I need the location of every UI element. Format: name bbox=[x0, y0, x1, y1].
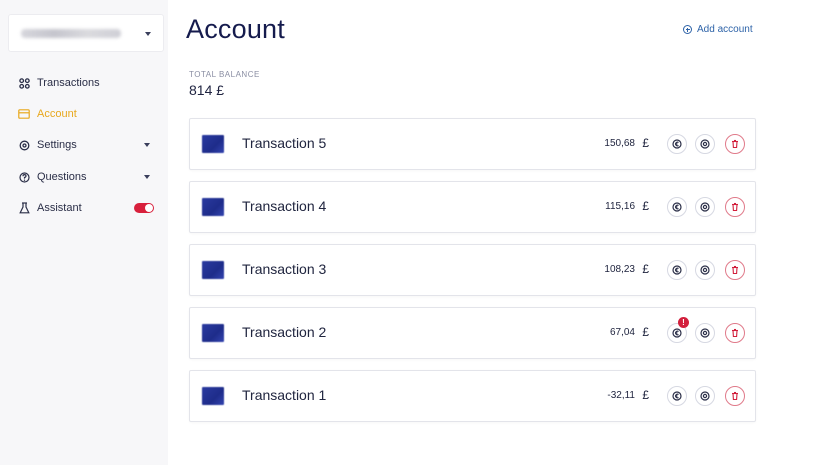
transaction-currency: £ bbox=[642, 136, 649, 150]
sidebar-item-assistant[interactable]: Assistant bbox=[18, 198, 158, 218]
at-icon bbox=[700, 139, 710, 149]
at-icon bbox=[700, 202, 710, 212]
euro-button[interactable] bbox=[667, 197, 687, 217]
delete-button[interactable] bbox=[725, 260, 745, 280]
transaction-thumbnail bbox=[202, 198, 224, 216]
flask-icon bbox=[18, 202, 30, 214]
delete-button[interactable] bbox=[725, 386, 745, 406]
euro-icon bbox=[672, 139, 682, 149]
transaction-name: Transaction 4 bbox=[242, 198, 327, 214]
transaction-card[interactable]: Transaction 4 115,16 £ bbox=[189, 181, 756, 233]
transaction-card[interactable]: Transaction 2 67,04 £ ! bbox=[189, 307, 756, 359]
transaction-amount: -32,11 bbox=[607, 390, 635, 401]
euro-icon bbox=[672, 202, 682, 212]
transaction-amount: 67,04 bbox=[609, 327, 635, 338]
chevron-down-icon bbox=[145, 32, 151, 36]
transaction-thumbnail bbox=[202, 387, 224, 405]
euro-icon bbox=[672, 328, 682, 338]
plus-circle-icon bbox=[683, 25, 692, 34]
transaction-amount: 115,16 bbox=[605, 201, 635, 212]
at-icon bbox=[700, 265, 710, 275]
euro-button[interactable] bbox=[667, 260, 687, 280]
transaction-thumbnail bbox=[202, 261, 224, 279]
transaction-amount: 150,68 bbox=[604, 138, 635, 149]
sidebar-item-transactions[interactable]: Transactions bbox=[18, 73, 158, 93]
transaction-currency: £ bbox=[642, 262, 649, 276]
delete-button[interactable] bbox=[725, 323, 745, 343]
page-title: Account bbox=[186, 14, 285, 44]
sidebar-item-label: Settings bbox=[37, 139, 77, 151]
transaction-card[interactable]: Transaction 5 150,68 £ bbox=[189, 118, 756, 170]
trash-icon bbox=[732, 391, 738, 401]
card-icon bbox=[18, 108, 30, 120]
sidebar-item-account[interactable]: Account bbox=[18, 104, 158, 124]
sidebar-item-label: Account bbox=[37, 108, 77, 120]
transaction-name: Transaction 5 bbox=[242, 135, 327, 151]
at-button[interactable] bbox=[695, 323, 715, 343]
add-account-label: Add account bbox=[697, 24, 753, 35]
question-icon bbox=[18, 171, 30, 183]
chevron-down-icon bbox=[144, 175, 150, 179]
transaction-name: Transaction 3 bbox=[242, 261, 327, 277]
euro-button[interactable] bbox=[667, 134, 687, 154]
at-button[interactable] bbox=[695, 134, 715, 154]
account-selector-value bbox=[21, 29, 121, 38]
at-button[interactable] bbox=[695, 260, 715, 280]
transaction-currency: £ bbox=[642, 199, 649, 213]
account-selector[interactable] bbox=[8, 14, 164, 52]
grid-icon bbox=[18, 77, 30, 89]
at-button[interactable] bbox=[695, 197, 715, 217]
euro-icon bbox=[672, 265, 682, 275]
delete-button[interactable] bbox=[725, 134, 745, 154]
sidebar-item-settings[interactable]: Settings bbox=[18, 135, 158, 155]
transaction-thumbnail bbox=[202, 135, 224, 153]
transaction-thumbnail bbox=[202, 324, 224, 342]
transaction-name: Transaction 1 bbox=[242, 387, 327, 403]
transaction-amount: 108,23 bbox=[604, 264, 635, 275]
trash-icon bbox=[732, 202, 738, 212]
transaction-currency: £ bbox=[642, 388, 649, 402]
sidebar: Transactions Account Settings Questions … bbox=[0, 0, 168, 465]
transaction-currency: £ bbox=[642, 325, 649, 339]
total-balance-value: 814 £ bbox=[189, 82, 225, 98]
chevron-down-icon bbox=[144, 143, 150, 147]
transaction-name: Transaction 2 bbox=[242, 324, 327, 340]
assistant-toggle[interactable] bbox=[134, 203, 154, 213]
sidebar-item-label: Questions bbox=[37, 171, 87, 183]
at-icon bbox=[700, 328, 710, 338]
transaction-card[interactable]: Transaction 3 108,23 £ bbox=[189, 244, 756, 296]
trash-icon bbox=[732, 265, 738, 275]
at-button[interactable] bbox=[695, 386, 715, 406]
toggle-knob bbox=[145, 204, 153, 212]
at-icon bbox=[700, 391, 710, 401]
alert-badge: ! bbox=[678, 317, 689, 328]
trash-icon bbox=[732, 328, 738, 338]
gear-icon bbox=[18, 139, 30, 151]
delete-button[interactable] bbox=[725, 197, 745, 217]
add-account-button[interactable]: Add account bbox=[683, 24, 753, 35]
transaction-card[interactable]: Transaction 1 -32,11 £ bbox=[189, 370, 756, 422]
euro-icon bbox=[672, 391, 682, 401]
trash-icon bbox=[732, 139, 738, 149]
total-balance-label: TOTAL BALANCE bbox=[189, 70, 260, 79]
euro-button[interactable] bbox=[667, 386, 687, 406]
sidebar-item-label: Assistant bbox=[37, 202, 82, 214]
sidebar-item-questions[interactable]: Questions bbox=[18, 167, 158, 187]
sidebar-item-label: Transactions bbox=[37, 77, 100, 89]
